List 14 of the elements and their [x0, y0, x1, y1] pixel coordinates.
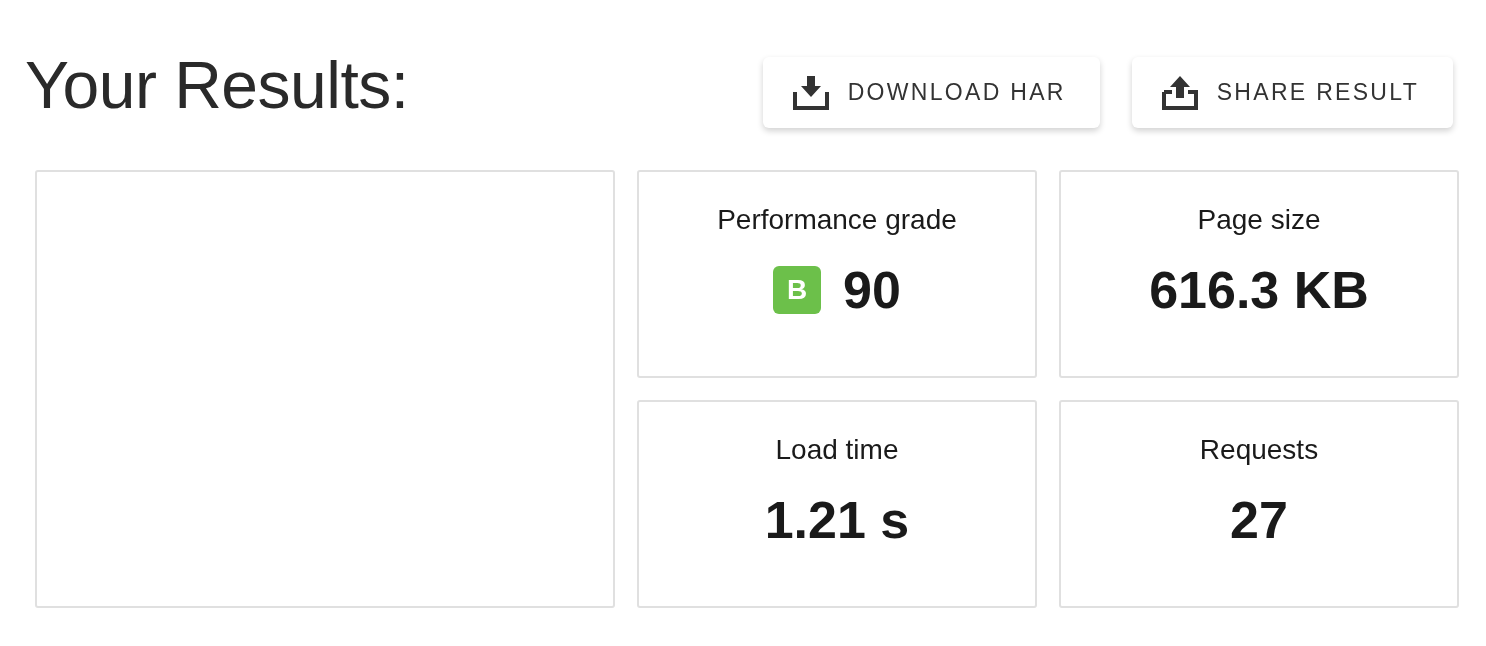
page-title: Your Results: [25, 51, 409, 119]
metric-label: Load time [775, 433, 899, 467]
download-button[interactable]: DOWNLOAD HAR [762, 57, 1100, 128]
metric-label: Performance grade [717, 203, 957, 237]
metric-value: 27 [1230, 492, 1288, 548]
share-result-button[interactable]: SHARE RESULT [1131, 57, 1453, 128]
metric-value: 616.3 KB [1149, 262, 1369, 318]
metric-value: 1.21 s [764, 492, 910, 548]
metric-label: Page size [1197, 203, 1321, 237]
metric-label: Requests [1199, 433, 1319, 467]
upload-icon [1161, 75, 1198, 110]
download-icon [792, 75, 829, 110]
metric-value: 90 [843, 262, 901, 318]
grade-badge: B [773, 266, 822, 314]
